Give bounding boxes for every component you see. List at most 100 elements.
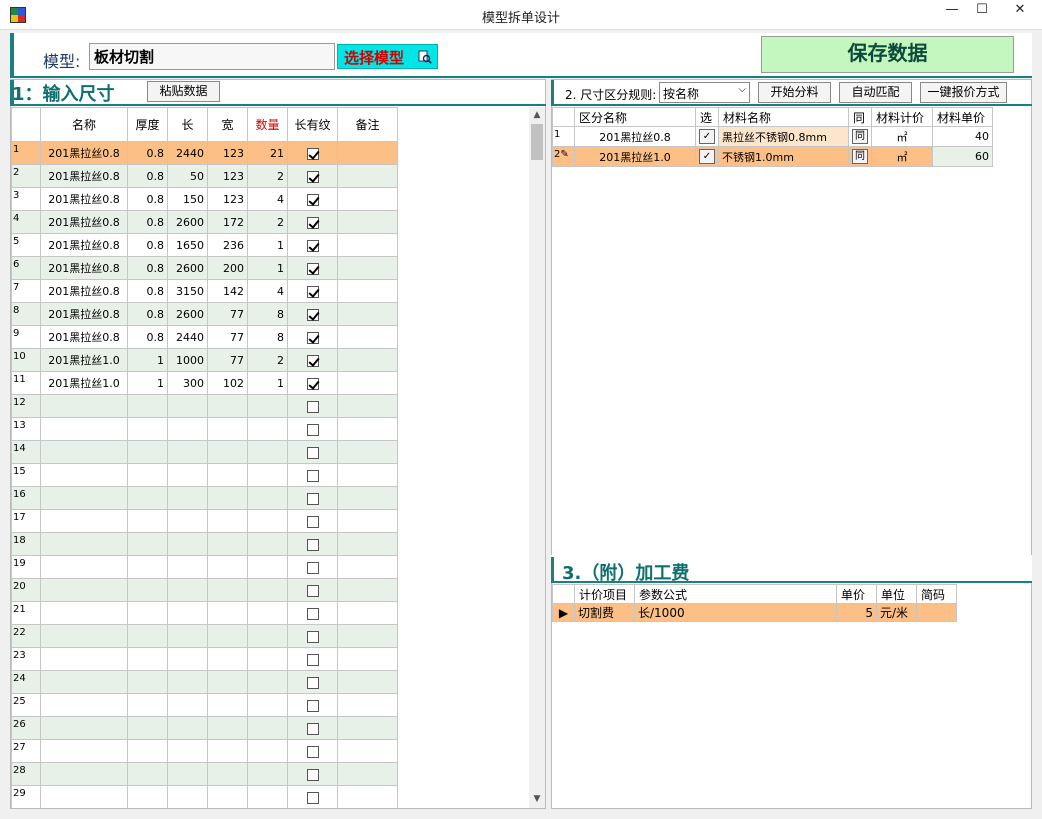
note-cell[interactable] xyxy=(337,670,398,694)
table-row[interactable]: ▶ 切割费 长/1000 5 元/米 xyxy=(552,603,957,622)
width-cell[interactable]: 77 xyxy=(207,348,248,372)
col-formula-header[interactable]: 参数公式 xyxy=(634,584,837,604)
quantity-cell[interactable] xyxy=(247,417,288,441)
length-cell[interactable]: 150 xyxy=(167,187,208,211)
save-data-button[interactable]: 保存数据 xyxy=(761,36,1014,73)
grain-checkbox[interactable] xyxy=(306,722,319,735)
table-row[interactable]: 19 xyxy=(11,555,398,579)
col-fee-price-header[interactable]: 单价 xyxy=(836,584,877,604)
same-button[interactable]: 同 xyxy=(852,149,868,164)
quantity-cell[interactable] xyxy=(247,486,288,510)
width-cell[interactable] xyxy=(207,762,248,786)
quantity-cell[interactable] xyxy=(247,532,288,556)
table-row[interactable]: 24 xyxy=(11,670,398,694)
thickness-cell[interactable] xyxy=(127,762,168,786)
table-row[interactable]: 1 201黑拉丝0.8 ✓ 黑拉丝不锈钢0.8mm 同 ㎡ 40 xyxy=(552,126,993,147)
unit-price-cell[interactable]: 60 xyxy=(932,146,993,167)
name-cell[interactable] xyxy=(40,463,128,487)
width-cell[interactable] xyxy=(207,532,248,556)
grain-checkbox[interactable] xyxy=(306,630,319,643)
length-cell[interactable]: 2600 xyxy=(167,210,208,234)
quantity-cell[interactable]: 2 xyxy=(247,348,288,372)
name-cell[interactable]: 201黑拉丝0.8 xyxy=(40,233,128,257)
name-cell[interactable] xyxy=(40,601,128,625)
name-cell[interactable]: 201黑拉丝0.8 xyxy=(40,210,128,234)
short-code-cell[interactable] xyxy=(916,603,957,622)
name-cell[interactable] xyxy=(40,739,128,763)
length-cell[interactable] xyxy=(167,532,208,556)
col-unit-price-header[interactable]: 材料单价 xyxy=(932,107,993,127)
grain-checkbox[interactable] xyxy=(306,423,319,436)
width-cell[interactable] xyxy=(207,578,248,602)
col-width-header[interactable]: 宽 xyxy=(207,107,248,142)
table-row[interactable]: 14 xyxy=(11,440,398,464)
col-name-header[interactable]: 名称 xyxy=(40,107,128,142)
table-row[interactable]: 16 xyxy=(11,486,398,510)
name-cell[interactable] xyxy=(40,509,128,533)
note-cell[interactable] xyxy=(337,141,398,165)
name-cell[interactable]: 201黑拉丝1.0 xyxy=(40,371,128,395)
quantity-cell[interactable]: 21 xyxy=(247,141,288,165)
thickness-cell[interactable]: 0.8 xyxy=(127,325,168,349)
table-row[interactable]: 29 xyxy=(11,785,398,808)
same-button[interactable]: 同 xyxy=(852,129,868,144)
note-cell[interactable] xyxy=(337,578,398,602)
name-cell[interactable] xyxy=(40,578,128,602)
table-row[interactable]: 27 xyxy=(11,739,398,763)
name-cell[interactable]: 201黑拉丝0.8 xyxy=(40,187,128,211)
name-cell[interactable] xyxy=(40,647,128,671)
name-cell[interactable] xyxy=(40,762,128,786)
table-row[interactable]: 13 xyxy=(11,417,398,441)
note-cell[interactable] xyxy=(337,187,398,211)
quantity-cell[interactable]: 1 xyxy=(247,233,288,257)
length-cell[interactable]: 50 xyxy=(167,164,208,188)
grain-checkbox[interactable] xyxy=(306,538,319,551)
width-cell[interactable] xyxy=(207,440,248,464)
grain-checkbox[interactable] xyxy=(306,262,319,275)
table-row[interactable]: 23 xyxy=(11,647,398,671)
choose-model-button[interactable]: 选择模型 xyxy=(337,44,438,69)
note-cell[interactable] xyxy=(337,164,398,188)
name-cell[interactable]: 201黑拉丝0.8 xyxy=(40,164,128,188)
length-cell[interactable] xyxy=(167,440,208,464)
name-cell[interactable]: 201黑拉丝0.8 xyxy=(40,141,128,165)
thickness-cell[interactable] xyxy=(127,693,168,717)
thickness-cell[interactable] xyxy=(127,509,168,533)
note-cell[interactable] xyxy=(337,693,398,717)
quantity-cell[interactable] xyxy=(247,463,288,487)
width-cell[interactable] xyxy=(207,417,248,441)
thickness-cell[interactable] xyxy=(127,486,168,510)
note-cell[interactable] xyxy=(337,762,398,786)
table-row[interactable]: 21 xyxy=(11,601,398,625)
quantity-cell[interactable]: 8 xyxy=(247,325,288,349)
model-input[interactable] xyxy=(89,43,335,70)
name-cell[interactable] xyxy=(40,716,128,740)
col-pricing-item-header[interactable]: 计价项目 xyxy=(574,584,635,604)
select-material-button[interactable]: ✓ xyxy=(699,149,715,164)
pricing-unit-cell[interactable]: ㎡ xyxy=(871,146,933,167)
grain-checkbox[interactable] xyxy=(306,331,319,344)
quantity-cell[interactable]: 1 xyxy=(247,256,288,280)
quantity-cell[interactable]: 8 xyxy=(247,302,288,326)
note-cell[interactable] xyxy=(337,463,398,487)
length-cell[interactable]: 1000 xyxy=(167,348,208,372)
length-cell[interactable]: 300 xyxy=(167,371,208,395)
grain-checkbox[interactable] xyxy=(306,354,319,367)
table-row[interactable]: 15 xyxy=(11,463,398,487)
grain-checkbox[interactable] xyxy=(306,469,319,482)
thickness-cell[interactable] xyxy=(127,601,168,625)
quantity-cell[interactable] xyxy=(247,578,288,602)
length-cell[interactable] xyxy=(167,762,208,786)
quantity-cell[interactable] xyxy=(247,785,288,808)
width-cell[interactable]: 172 xyxy=(207,210,248,234)
thickness-cell[interactable]: 0.8 xyxy=(127,302,168,326)
col-fee-unit-header[interactable]: 单位 xyxy=(876,584,917,604)
grain-checkbox[interactable] xyxy=(306,791,319,804)
name-cell[interactable] xyxy=(40,555,128,579)
material-name-cell[interactable]: 黑拉丝不锈钢0.8mm xyxy=(718,126,849,147)
width-cell[interactable] xyxy=(207,693,248,717)
grain-checkbox[interactable] xyxy=(306,745,319,758)
scroll-thumb[interactable] xyxy=(531,124,543,160)
thickness-cell[interactable] xyxy=(127,440,168,464)
note-cell[interactable] xyxy=(337,785,398,808)
